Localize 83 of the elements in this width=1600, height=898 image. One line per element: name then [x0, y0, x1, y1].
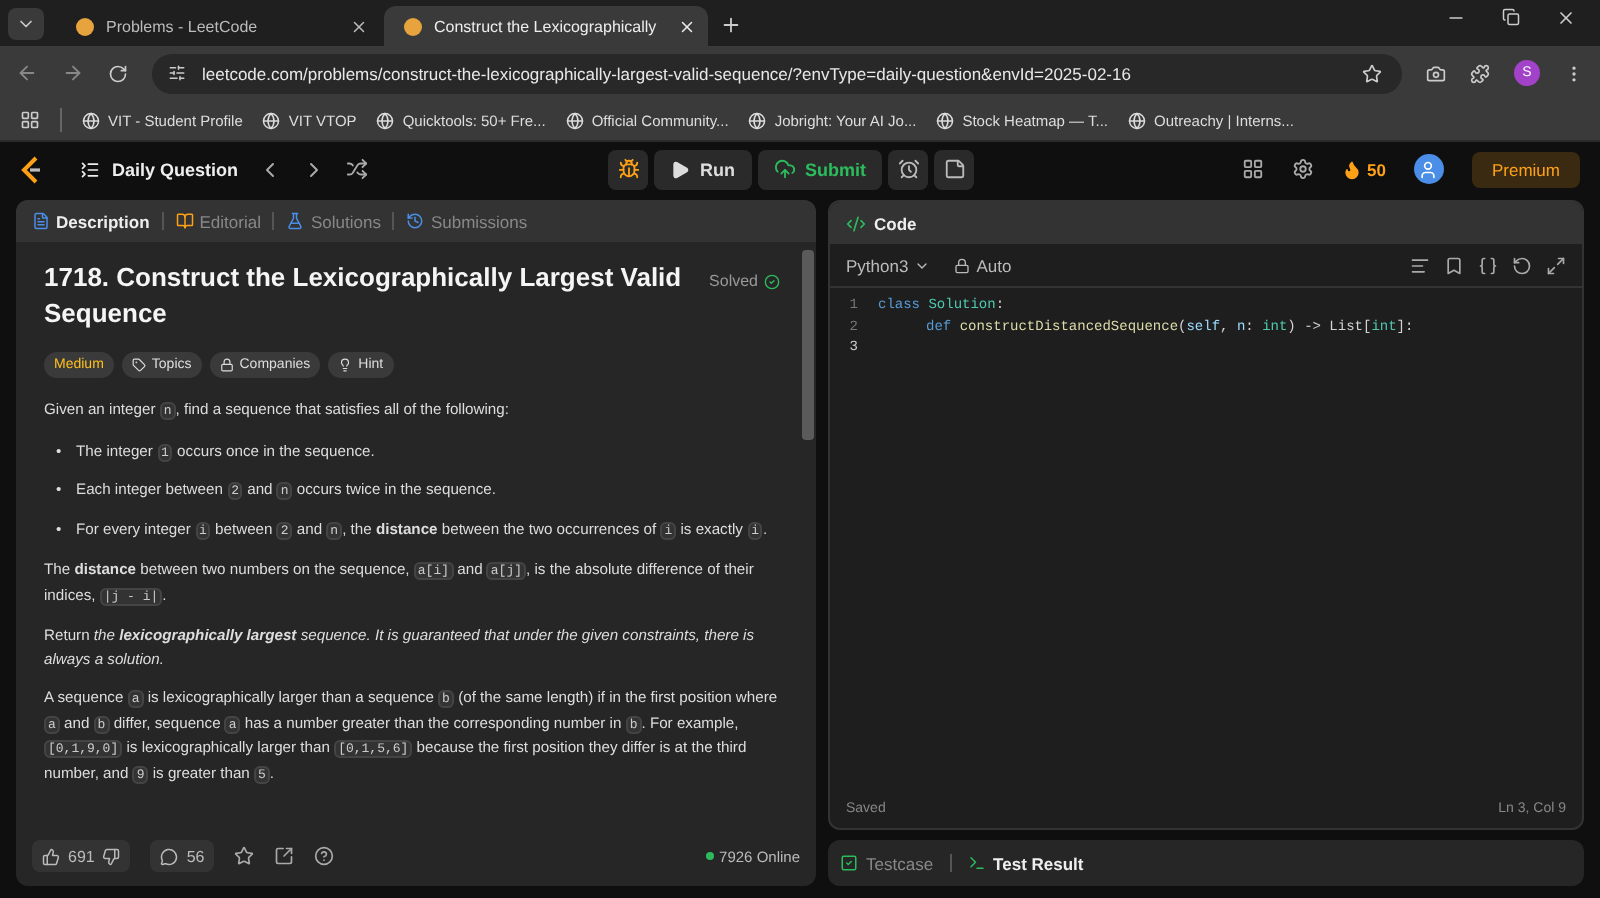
panel-tab[interactable]: Solutions [286, 211, 381, 231]
thumbs-down-icon [102, 847, 121, 865]
camera-icon[interactable] [1426, 63, 1446, 83]
close-icon[interactable] [350, 17, 368, 35]
panel-tab[interactable]: Submissions [406, 211, 528, 231]
problem-title: 1718. Construct the Lexicographically Largest Valid Sequence [44, 260, 684, 332]
language-select[interactable]: Python3 [846, 255, 931, 275]
history-icon [406, 212, 425, 230]
apps-icon[interactable] [20, 110, 40, 130]
debug-button[interactable] [608, 149, 649, 189]
globe-icon [1128, 111, 1147, 129]
globe-icon [82, 111, 100, 129]
auto-mode-toggle[interactable]: Auto [954, 255, 1012, 275]
code-icon [846, 213, 866, 233]
panel-tab[interactable]: Testcase [840, 853, 934, 873]
terminal-icon [967, 854, 986, 872]
favicon-icon [404, 17, 422, 35]
panel-tab[interactable]: Description [32, 211, 150, 231]
flame-icon [1341, 159, 1362, 179]
globe-icon [376, 111, 395, 129]
share-icon[interactable] [274, 846, 295, 866]
book-icon [175, 212, 194, 230]
lightbulb-icon [338, 358, 353, 372]
flask-icon [286, 212, 305, 230]
lock-icon [954, 257, 971, 273]
panel-tab[interactable]: Test Result [967, 853, 1084, 873]
format-icon[interactable] [1410, 255, 1430, 275]
new-tab-icon[interactable] [720, 14, 742, 36]
thumbs-up-icon [42, 847, 60, 865]
user-icon [1418, 159, 1439, 179]
star-icon[interactable] [234, 846, 255, 866]
bookmark-icon[interactable] [1444, 255, 1464, 275]
checkbox-icon [840, 854, 858, 872]
timer-button[interactable] [888, 149, 929, 189]
run-button[interactable]: Run [654, 149, 752, 189]
scrollbar-thumb[interactable] [802, 250, 814, 440]
star-icon[interactable] [1362, 63, 1382, 83]
premium-button[interactable]: Premium [1471, 151, 1580, 187]
comment-icon [160, 847, 179, 865]
expand-icon[interactable] [1546, 255, 1566, 275]
settings-icon[interactable] [1291, 158, 1314, 180]
lock-icon [219, 358, 234, 372]
favicon-icon [76, 17, 94, 35]
globe-icon [936, 111, 955, 129]
logo-icon[interactable] [20, 155, 44, 183]
reload-icon[interactable] [108, 63, 128, 83]
back-icon[interactable] [16, 62, 38, 84]
help-icon[interactable] [314, 846, 335, 866]
globe-icon [262, 111, 281, 129]
check-circle-icon [764, 273, 780, 290]
forward-icon[interactable] [62, 62, 84, 84]
alarm-clock-icon [897, 158, 920, 180]
panel-tab[interactable]: Editorial [175, 211, 261, 231]
cloud-upload-icon [773, 158, 796, 180]
browser-tab[interactable]: Construct the Lexicographically [384, 6, 708, 46]
note-icon [943, 158, 966, 180]
browser-tab[interactable]: Problems - LeetCode [56, 6, 380, 46]
layout-icon[interactable] [1241, 158, 1264, 180]
puzzle-icon[interactable] [1470, 63, 1490, 83]
braces-icon[interactable] [1478, 255, 1498, 275]
status-dot [705, 852, 714, 860]
daily-question-link[interactable]: Daily Question [80, 159, 239, 179]
address-bar[interactable]: leetcode.com/problems/construct-the-lexicographically-largest-valid-sequence/?envType=daily-question&envId=2025-02-16 [152, 53, 1402, 93]
globe-icon [565, 111, 584, 129]
close-icon[interactable] [1556, 7, 1576, 27]
solved-status: Solved [709, 270, 780, 293]
document-icon [32, 212, 50, 230]
streak-counter[interactable]: 50 [1341, 159, 1386, 179]
like-button[interactable]: 691 [32, 840, 131, 872]
globe-icon [748, 111, 767, 129]
user-avatar[interactable] [1413, 154, 1444, 184]
notes-button[interactable] [934, 149, 975, 189]
submit-button[interactable]: Submit [757, 149, 883, 189]
reset-icon[interactable] [1512, 255, 1532, 275]
play-icon [670, 159, 691, 179]
tag-icon [131, 358, 146, 372]
site-settings-icon[interactable] [168, 64, 186, 82]
comments-button[interactable]: 56 [150, 840, 215, 872]
list-icon [80, 159, 100, 179]
bug-icon [617, 158, 640, 180]
shuffle-icon[interactable] [346, 158, 369, 180]
restore-icon[interactable] [1502, 7, 1520, 25]
panel-title: Code [874, 213, 917, 233]
